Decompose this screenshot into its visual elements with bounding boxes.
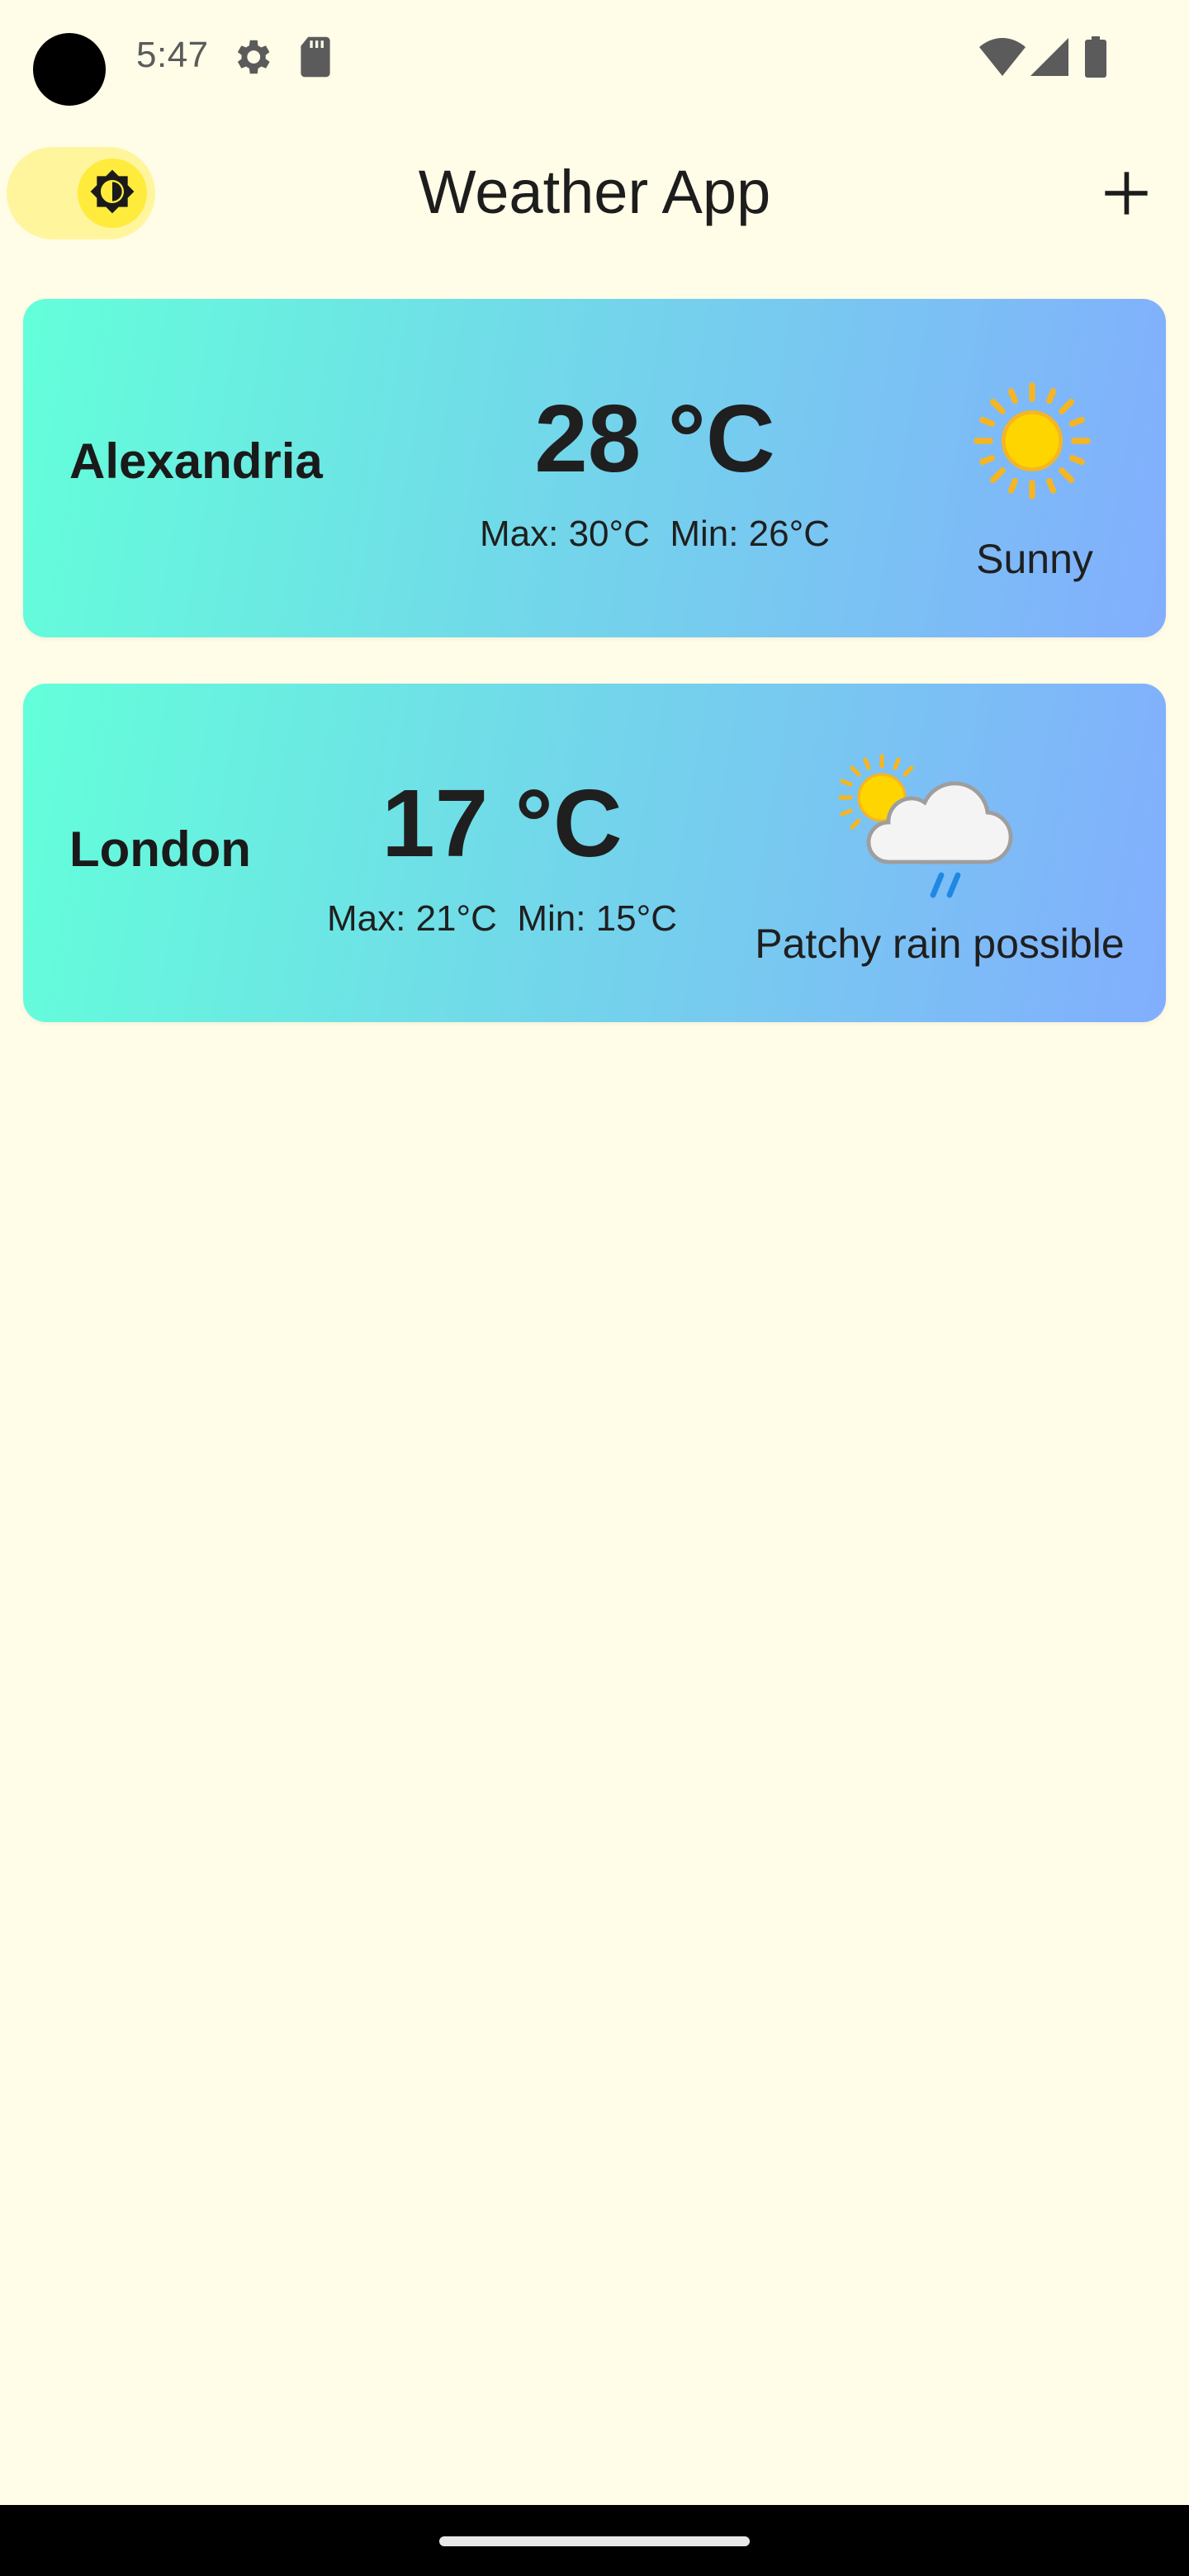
weather-card-london[interactable]: London 17 °C Max: 21°C Min: 15°C Patchy …	[23, 684, 1166, 1022]
current-temperature: 17 °C	[381, 769, 623, 877]
app-bar: Weather App	[0, 140, 1189, 248]
sun-icon	[971, 380, 1093, 506]
add-city-button[interactable]	[1088, 157, 1164, 233]
settings-icon	[230, 35, 274, 79]
status-bar: 5:47	[0, 0, 1189, 116]
plus-icon	[1103, 170, 1149, 220]
camera-cutout	[33, 33, 106, 106]
gesture-handle[interactable]	[439, 2536, 750, 2546]
wifi-icon	[979, 38, 1026, 76]
city-name: Alexandria	[69, 433, 323, 489]
sd-card-icon	[297, 35, 334, 79]
max-min-temperature: Max: 30°C Min: 26°C	[480, 514, 830, 554]
page-title: Weather App	[418, 158, 771, 226]
max-min-temperature: Max: 21°C Min: 15°C	[327, 898, 677, 939]
status-time: 5:47	[136, 35, 209, 75]
weather-condition: Patchy rain possible	[755, 921, 1125, 967]
system-navigation-bar	[0, 2505, 1189, 2576]
weather-condition: Sunny	[976, 536, 1093, 582]
cellular-signal-icon	[1030, 38, 1068, 76]
current-temperature: 28 °C	[534, 385, 775, 492]
weather-card-alexandria[interactable]: Alexandria 28 °C Max: 30°C Min: 26°C Sun…	[23, 299, 1166, 637]
battery-icon	[1085, 36, 1106, 78]
city-name: London	[69, 822, 251, 877]
sun-cloud-rain-icon	[832, 753, 1030, 914]
